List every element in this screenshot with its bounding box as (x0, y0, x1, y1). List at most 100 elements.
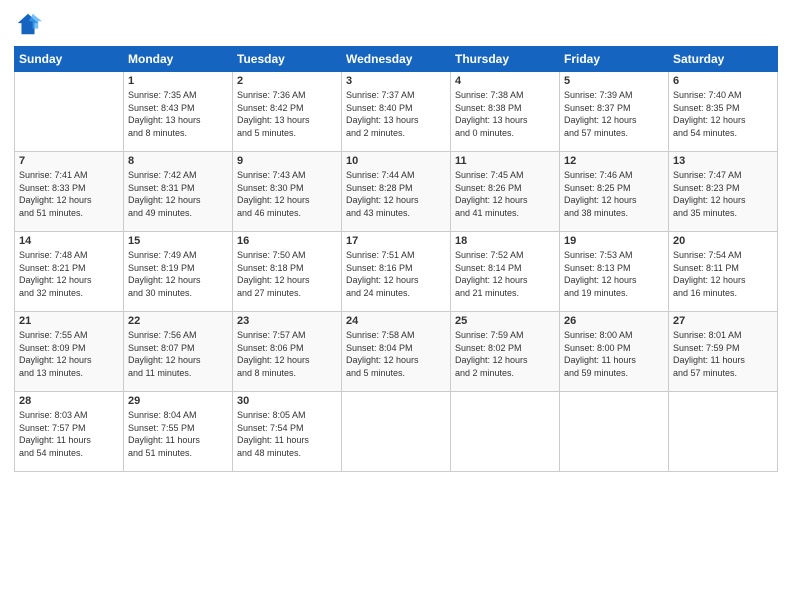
day-info: Sunrise: 7:54 AM Sunset: 8:11 PM Dayligh… (673, 249, 773, 299)
day-number: 27 (673, 315, 773, 327)
col-friday: Friday (560, 47, 669, 72)
calendar-cell: 10 Sunrise: 7:44 AM Sunset: 8:28 PM Dayli… (342, 152, 451, 232)
day-number: 17 (346, 235, 446, 247)
day-info: Sunrise: 8:04 AM Sunset: 7:55 PM Dayligh… (128, 409, 228, 459)
col-saturday: Saturday (669, 47, 778, 72)
calendar-cell: 23 Sunrise: 7:57 AM Sunset: 8:06 PM Dayli… (233, 312, 342, 392)
calendar-cell: 30 Sunrise: 8:05 AM Sunset: 7:54 PM Dayli… (233, 392, 342, 472)
day-number: 29 (128, 395, 228, 407)
day-number: 5 (564, 75, 664, 87)
day-number: 6 (673, 75, 773, 87)
calendar-cell: 3 Sunrise: 7:37 AM Sunset: 8:40 PM Daylig… (342, 72, 451, 152)
day-info: Sunrise: 8:01 AM Sunset: 7:59 PM Dayligh… (673, 329, 773, 379)
day-info: Sunrise: 7:42 AM Sunset: 8:31 PM Dayligh… (128, 169, 228, 219)
calendar-cell: 19 Sunrise: 7:53 AM Sunset: 8:13 PM Dayli… (560, 232, 669, 312)
day-info: Sunrise: 7:36 AM Sunset: 8:42 PM Dayligh… (237, 89, 337, 139)
day-number: 12 (564, 155, 664, 167)
col-wednesday: Wednesday (342, 47, 451, 72)
day-info: Sunrise: 7:50 AM Sunset: 8:18 PM Dayligh… (237, 249, 337, 299)
day-info: Sunrise: 7:53 AM Sunset: 8:13 PM Dayligh… (564, 249, 664, 299)
calendar-cell (342, 392, 451, 472)
day-info: Sunrise: 7:52 AM Sunset: 8:14 PM Dayligh… (455, 249, 555, 299)
calendar-cell: 28 Sunrise: 8:03 AM Sunset: 7:57 PM Dayli… (15, 392, 124, 472)
day-number: 15 (128, 235, 228, 247)
day-number: 20 (673, 235, 773, 247)
day-info: Sunrise: 7:48 AM Sunset: 8:21 PM Dayligh… (19, 249, 119, 299)
calendar-cell: 22Sunrise: 7:56 AM Sunset: 8:07 PM Dayli… (124, 312, 233, 392)
day-info: Sunrise: 7:44 AM Sunset: 8:28 PM Dayligh… (346, 169, 446, 219)
calendar-week-2: 14 Sunrise: 7:48 AM Sunset: 8:21 PM Dayli… (15, 232, 778, 312)
calendar-week-0: 1 Sunrise: 7:35 AM Sunset: 8:43 PM Daylig… (15, 72, 778, 152)
day-info: Sunrise: 7:55 AM Sunset: 8:09 PM Dayligh… (19, 329, 119, 379)
day-number: 13 (673, 155, 773, 167)
day-number: 16 (237, 235, 337, 247)
day-number: 2 (237, 75, 337, 87)
calendar-cell: 12 Sunrise: 7:46 AM Sunset: 8:25 PM Dayli… (560, 152, 669, 232)
calendar-cell: 16 Sunrise: 7:50 AM Sunset: 8:18 PM Dayli… (233, 232, 342, 312)
day-info: Sunrise: 7:37 AM Sunset: 8:40 PM Dayligh… (346, 89, 446, 139)
calendar-cell (560, 392, 669, 472)
day-number: 28 (19, 395, 119, 407)
day-info: Sunrise: 7:49 AM Sunset: 8:19 PM Dayligh… (128, 249, 228, 299)
calendar-cell: 8 Sunrise: 7:42 AM Sunset: 8:31 PM Daylig… (124, 152, 233, 232)
day-number: 1 (128, 75, 228, 87)
day-info: Sunrise: 7:45 AM Sunset: 8:26 PM Dayligh… (455, 169, 555, 219)
calendar-cell: 1 Sunrise: 7:35 AM Sunset: 8:43 PM Daylig… (124, 72, 233, 152)
day-number: 4 (455, 75, 555, 87)
day-info: Sunrise: 8:00 AM Sunset: 8:00 PM Dayligh… (564, 329, 664, 379)
day-info: Sunrise: 7:38 AM Sunset: 8:38 PM Dayligh… (455, 89, 555, 139)
day-number: 25 (455, 315, 555, 327)
calendar-cell: 9Sunrise: 7:43 AM Sunset: 8:30 PM Daylig… (233, 152, 342, 232)
logo-icon (14, 10, 42, 38)
col-sunday: Sunday (15, 47, 124, 72)
day-number: 8 (128, 155, 228, 167)
calendar-cell: 21 Sunrise: 7:55 AM Sunset: 8:09 PM Dayli… (15, 312, 124, 392)
calendar-cell: 13 Sunrise: 7:47 AM Sunset: 8:23 PM Dayli… (669, 152, 778, 232)
logo (14, 10, 46, 38)
day-number: 14 (19, 235, 119, 247)
calendar-cell: 29 Sunrise: 8:04 AM Sunset: 7:55 PM Dayli… (124, 392, 233, 472)
calendar-week-1: 7 Sunrise: 7:41 AM Sunset: 8:33 PM Daylig… (15, 152, 778, 232)
day-info: Sunrise: 7:35 AM Sunset: 8:43 PM Dayligh… (128, 89, 228, 139)
day-number: 30 (237, 395, 337, 407)
day-number: 19 (564, 235, 664, 247)
day-number: 23 (237, 315, 337, 327)
calendar-cell (451, 392, 560, 472)
calendar-cell: 17 Sunrise: 7:51 AM Sunset: 8:16 PM Dayli… (342, 232, 451, 312)
calendar-week-3: 21 Sunrise: 7:55 AM Sunset: 8:09 PM Dayli… (15, 312, 778, 392)
calendar-cell: 18Sunrise: 7:52 AM Sunset: 8:14 PM Dayli… (451, 232, 560, 312)
day-info: Sunrise: 7:57 AM Sunset: 8:06 PM Dayligh… (237, 329, 337, 379)
day-info: Sunrise: 7:39 AM Sunset: 8:37 PM Dayligh… (564, 89, 664, 139)
day-number: 21 (19, 315, 119, 327)
day-number: 3 (346, 75, 446, 87)
calendar-cell (669, 392, 778, 472)
day-info: Sunrise: 7:46 AM Sunset: 8:25 PM Dayligh… (564, 169, 664, 219)
day-info: Sunrise: 8:05 AM Sunset: 7:54 PM Dayligh… (237, 409, 337, 459)
col-tuesday: Tuesday (233, 47, 342, 72)
calendar-week-4: 28 Sunrise: 8:03 AM Sunset: 7:57 PM Dayli… (15, 392, 778, 472)
day-info: Sunrise: 7:58 AM Sunset: 8:04 PM Dayligh… (346, 329, 446, 379)
calendar-cell: 4 Sunrise: 7:38 AM Sunset: 8:38 PM Daylig… (451, 72, 560, 152)
day-info: Sunrise: 7:51 AM Sunset: 8:16 PM Dayligh… (346, 249, 446, 299)
day-info: Sunrise: 7:41 AM Sunset: 8:33 PM Dayligh… (19, 169, 119, 219)
header (14, 10, 778, 38)
calendar-cell: 20 Sunrise: 7:54 AM Sunset: 8:11 PM Dayli… (669, 232, 778, 312)
calendar-cell: 15 Sunrise: 7:49 AM Sunset: 8:19 PM Dayli… (124, 232, 233, 312)
calendar-cell: 6Sunrise: 7:40 AM Sunset: 8:35 PM Daylig… (669, 72, 778, 152)
calendar-cell: 24Sunrise: 7:58 AM Sunset: 8:04 PM Dayli… (342, 312, 451, 392)
day-number: 22 (128, 315, 228, 327)
col-thursday: Thursday (451, 47, 560, 72)
calendar-cell: 26Sunrise: 8:00 AM Sunset: 8:00 PM Dayli… (560, 312, 669, 392)
day-number: 7 (19, 155, 119, 167)
calendar-cell: 11 Sunrise: 7:45 AM Sunset: 8:26 PM Dayli… (451, 152, 560, 232)
day-number: 10 (346, 155, 446, 167)
day-number: 11 (455, 155, 555, 167)
day-info: Sunrise: 7:47 AM Sunset: 8:23 PM Dayligh… (673, 169, 773, 219)
calendar-cell: 5 Sunrise: 7:39 AM Sunset: 8:37 PM Daylig… (560, 72, 669, 152)
day-info: Sunrise: 7:59 AM Sunset: 8:02 PM Dayligh… (455, 329, 555, 379)
calendar: Sunday Monday Tuesday Wednesday Thursday… (14, 46, 778, 472)
calendar-cell: 2 Sunrise: 7:36 AM Sunset: 8:42 PM Daylig… (233, 72, 342, 152)
day-info: Sunrise: 8:03 AM Sunset: 7:57 PM Dayligh… (19, 409, 119, 459)
calendar-cell: 14 Sunrise: 7:48 AM Sunset: 8:21 PM Dayli… (15, 232, 124, 312)
calendar-cell: 25 Sunrise: 7:59 AM Sunset: 8:02 PM Dayli… (451, 312, 560, 392)
